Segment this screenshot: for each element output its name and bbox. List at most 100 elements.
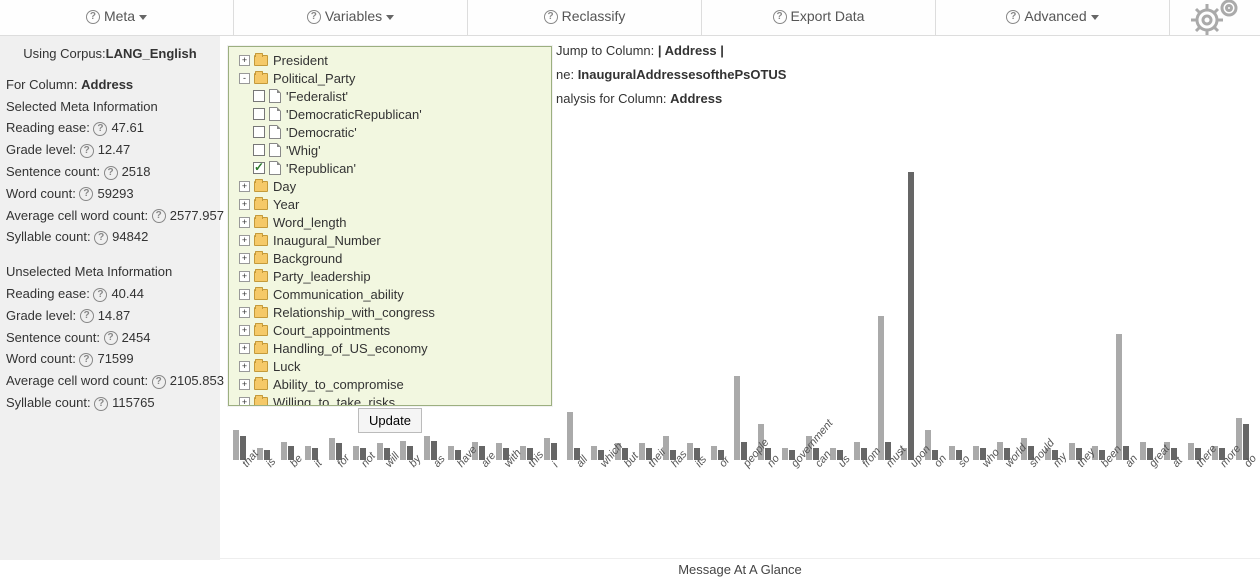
expander-icon[interactable]: + <box>239 307 250 318</box>
tree-label: Political_Party <box>273 71 355 86</box>
tree-folder[interactable]: +Willing_to_take_risks <box>231 393 549 406</box>
tree-folder[interactable]: + Year <box>231 195 549 213</box>
tree-folder[interactable]: +President <box>231 51 549 69</box>
tree-label: Ability_to_compromise <box>273 377 404 392</box>
x-axis-label: that <box>228 460 252 520</box>
checkbox[interactable] <box>253 144 265 156</box>
folder-icon <box>254 217 268 228</box>
x-axis-label: they <box>1063 460 1087 520</box>
expander-icon[interactable]: + <box>239 379 250 390</box>
bar-series-a <box>878 316 884 460</box>
expander-icon[interactable]: + <box>239 325 250 336</box>
folder-icon <box>254 379 268 390</box>
variables-tree[interactable]: +President-Political_Party'Federalist''D… <box>229 47 551 406</box>
expander-icon[interactable]: + <box>239 253 250 264</box>
advanced-menu[interactable]: ?Advanced <box>936 0 1170 35</box>
help-icon[interactable]: ? <box>79 187 93 201</box>
bar-series-b <box>908 172 914 460</box>
unselected-header: Unselected Meta Information <box>6 262 214 283</box>
tree-label: Inaugural_Number <box>273 233 381 248</box>
page-icon <box>269 125 281 139</box>
tree-folder[interactable]: + Ability_to_compromise <box>231 375 549 393</box>
checkbox[interactable] <box>253 108 265 120</box>
tree-folder[interactable]: + Inaugural_Number <box>231 231 549 249</box>
tree-folder[interactable]: +Party_leadership <box>231 267 549 285</box>
bar-series-a <box>424 436 430 460</box>
bar-series-a <box>711 446 717 460</box>
expander-icon[interactable]: + <box>239 217 250 228</box>
bar-pair <box>1111 334 1135 460</box>
tree-label: Year <box>273 197 299 212</box>
expander-icon[interactable]: + <box>239 199 250 210</box>
tree-folder[interactable]: +Background <box>231 249 549 267</box>
tree-folder[interactable]: +Word_length <box>231 213 549 231</box>
help-icon[interactable]: ? <box>93 122 107 136</box>
expander-icon[interactable]: + <box>239 289 250 300</box>
help-icon[interactable]: ? <box>79 353 93 367</box>
tree-folder[interactable]: +Day <box>231 177 549 195</box>
tree-leaf[interactable]: 'Federalist' <box>231 87 549 105</box>
tree-leaf[interactable]: 'DemocraticRepublican' <box>231 105 549 123</box>
settings-button[interactable] <box>1170 0 1260 35</box>
x-axis-label: do <box>1230 460 1254 520</box>
folder-icon <box>254 307 268 318</box>
help-icon[interactable]: ? <box>152 209 166 223</box>
expander-icon[interactable]: + <box>239 397 250 407</box>
tree-label: 'Federalist' <box>286 89 348 104</box>
expander-icon[interactable]: + <box>239 361 250 372</box>
tree-folder[interactable]: +Court_appointments <box>231 321 549 339</box>
tree-label: Handling_of_US_economy <box>273 341 428 356</box>
folder-icon <box>254 271 268 282</box>
help-icon: ? <box>1006 10 1020 24</box>
help-icon[interactable]: ? <box>94 231 108 245</box>
help-icon[interactable]: ? <box>152 375 166 389</box>
expander-icon[interactable]: + <box>239 235 250 246</box>
checkbox[interactable] <box>253 126 265 138</box>
bar-series-a <box>448 446 454 460</box>
variables-dropdown-panel[interactable]: +President-Political_Party'Federalist''D… <box>228 46 552 406</box>
expander-icon[interactable]: + <box>239 55 250 66</box>
tree-folder[interactable]: - Political_Party <box>231 69 549 87</box>
bar-series-a <box>782 448 788 460</box>
help-icon[interactable]: ? <box>80 144 94 158</box>
help-icon: ? <box>86 10 100 24</box>
help-icon[interactable]: ? <box>93 288 107 302</box>
meta-menu[interactable]: ?Meta <box>0 0 234 35</box>
stat-syllable-count-u: Syllable count: ?115765 <box>6 393 214 414</box>
bar-series-a <box>305 446 311 460</box>
tree-leaf[interactable]: 'Democratic' <box>231 123 549 141</box>
tree-leaf[interactable]: 'Republican' <box>231 159 549 177</box>
x-axis-label: at <box>1159 460 1183 520</box>
x-axis-label: there <box>1182 460 1206 520</box>
tree-folder[interactable]: +Relationship_with_congress <box>231 303 549 321</box>
expander-icon[interactable]: + <box>239 271 250 282</box>
help-icon[interactable]: ? <box>104 331 118 345</box>
help-icon[interactable]: ? <box>80 309 94 323</box>
help-icon: ? <box>773 10 787 24</box>
checkbox[interactable] <box>253 162 265 174</box>
update-button[interactable]: Update <box>358 408 422 433</box>
bar-series-b <box>551 443 557 460</box>
tree-folder[interactable]: + Communication_ability <box>231 285 549 303</box>
reclassify-button[interactable]: ?Reclassify <box>468 0 702 35</box>
help-icon[interactable]: ? <box>104 166 118 180</box>
help-icon[interactable]: ? <box>94 397 108 411</box>
x-axis-label: so <box>944 460 968 520</box>
help-icon: ? <box>307 10 321 24</box>
export-data-button[interactable]: ?Export Data <box>702 0 936 35</box>
expander-icon[interactable]: - <box>239 73 250 84</box>
jump-to-column[interactable]: Jump to Column: | Address | <box>556 40 786 62</box>
stat-word-count-u: Word count: ?71599 <box>6 349 214 370</box>
checkbox[interactable] <box>253 90 265 102</box>
tree-folder[interactable]: +Luck <box>231 357 549 375</box>
variables-menu[interactable]: ?Variables <box>234 0 468 35</box>
for-column-line: For Column: Address <box>6 75 214 96</box>
tree-folder[interactable]: + Handling_of_US_economy <box>231 339 549 357</box>
tree-label: Communication_ability <box>273 287 404 302</box>
tree-leaf[interactable]: 'Whig' <box>231 141 549 159</box>
main-toolbar: ?Meta ?Variables ?Reclassify ?Export Dat… <box>0 0 1260 36</box>
x-axis-label: are <box>467 460 491 520</box>
expander-icon[interactable]: + <box>239 181 250 192</box>
bar-pair <box>562 412 586 460</box>
expander-icon[interactable]: + <box>239 343 250 354</box>
